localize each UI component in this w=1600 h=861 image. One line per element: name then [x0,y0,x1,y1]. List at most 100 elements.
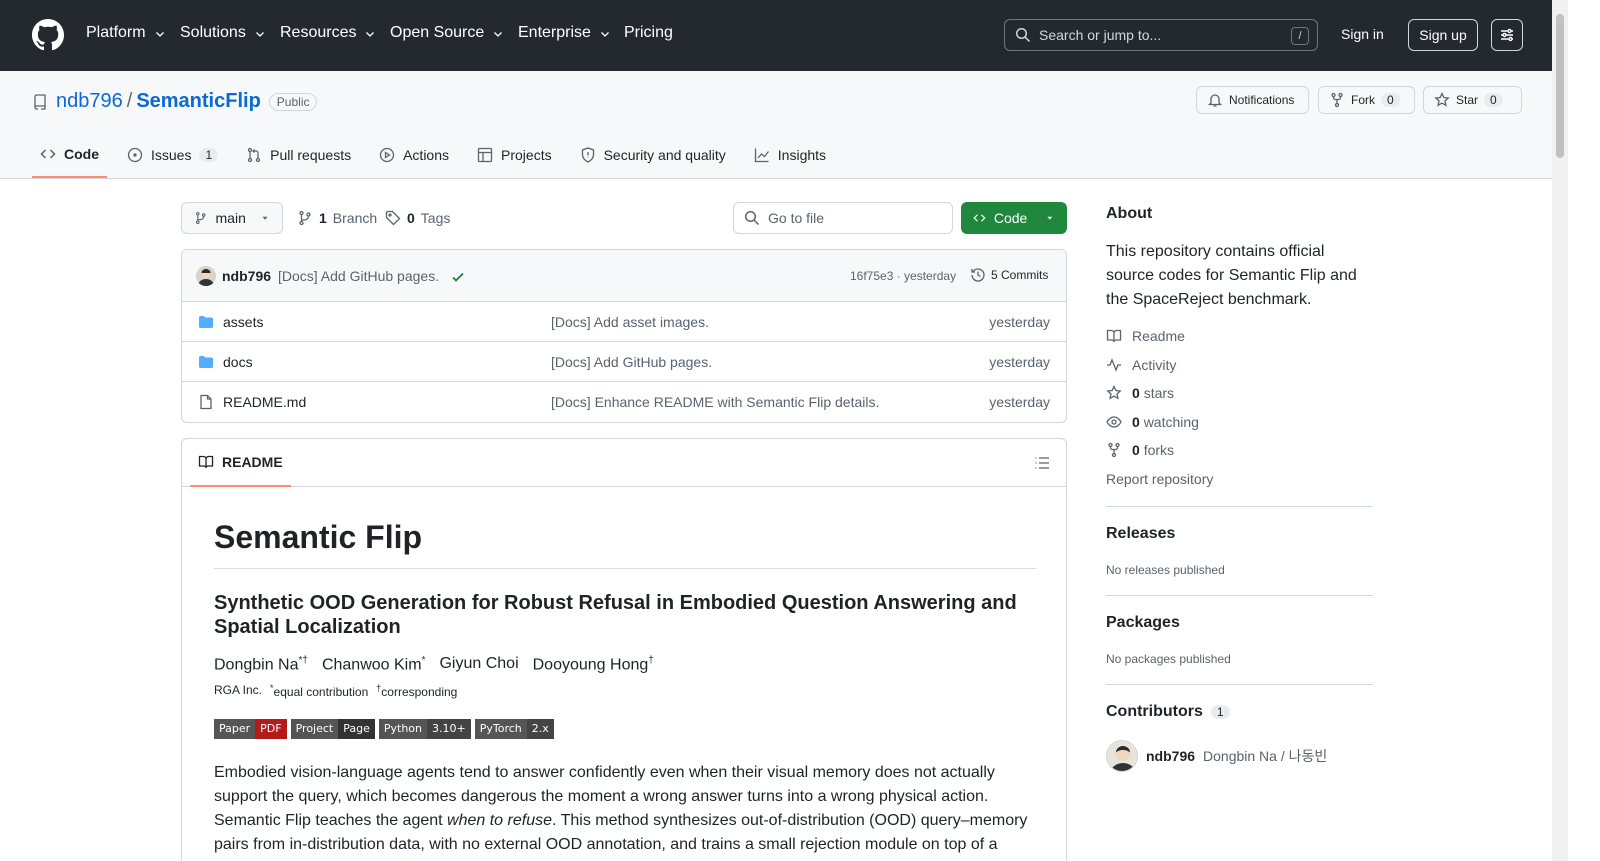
tab-issues[interactable]: Issues 1 [119,140,226,170]
code-dropdown-button[interactable]: Code [961,202,1067,234]
eye-icon [1106,416,1122,428]
tab-actions[interactable]: Actions [371,140,457,170]
check-icon[interactable] [450,269,466,285]
appearance-settings-button[interactable] [1491,19,1523,51]
book-icon [1106,329,1122,343]
fork-icon [1331,92,1343,108]
file-name-link[interactable]: assets [223,314,263,330]
repo-name-link[interactable]: SemanticFlip [136,90,260,113]
packages-note: No packages published [1106,652,1231,666]
star-label: Star [1456,93,1479,107]
file-commit-message[interactable]: [Docs] Add GitHub pages. [551,354,712,370]
fork-button[interactable]: Fork 0 [1318,86,1415,114]
sign-in-link[interactable]: Sign in [1341,26,1384,42]
report-label: Report repository [1106,471,1214,487]
star-button[interactable]: Star 0 [1423,86,1522,114]
readme-link[interactable]: Readme [1106,328,1185,344]
chevron-down-icon [600,32,609,37]
sign-up-button[interactable]: Sign up [1408,19,1478,51]
file-name-link[interactable]: docs [223,354,253,370]
search-icon [744,210,760,226]
tab-label: Pull requests [270,147,352,163]
activity-link[interactable]: Activity [1106,357,1176,373]
pytorch-badge[interactable]: PyTorch 2.x [474,719,554,739]
avatar-icon [198,269,214,286]
nav-resources[interactable]: Resources [280,24,376,42]
notifications-button[interactable]: Notifications [1196,86,1309,114]
nav-enterprise[interactable]: Enterprise [518,24,611,42]
go-to-file-placeholder: Go to file [768,210,825,226]
go-to-file-input[interactable]: Go to file [733,202,953,234]
contributor-login[interactable]: ndb796 [1146,748,1195,764]
stars-label: stars [1143,385,1175,401]
branch-selector[interactable]: main [181,202,283,234]
code-icon [973,214,986,222]
file-commit-time: yesterday [989,314,1050,330]
global-header: Platform Solutions Resources Open Source… [0,0,1552,71]
readme-title: Semantic Flip [214,519,1036,569]
avatar[interactable] [1106,740,1138,772]
file-row[interactable]: assets [Docs] Add asset images. yesterda… [182,302,1066,342]
stars-link[interactable]: 0 stars [1106,385,1174,401]
project-page-badge[interactable]: Project Page [290,719,375,739]
tab-pull-requests[interactable]: Pull requests [238,140,359,170]
search-input[interactable]: Search or jump to... / [1004,19,1318,51]
page-scrollbar[interactable] [1552,0,1568,861]
badge-right: PDF [255,719,287,739]
paper-badge[interactable]: Paper PDF [214,719,287,739]
github-logo-icon[interactable] [32,19,64,51]
commit-message-link[interactable]: [Docs] Add GitHub pages. [278,268,439,284]
file-commit-message[interactable]: [Docs] Add asset images. [551,314,709,330]
readme-header: README [182,439,1066,487]
nav-solutions[interactable]: Solutions [180,24,266,42]
watchers-link[interactable]: 0 watching [1106,414,1199,430]
commits-history-link[interactable]: 5 Commits [970,267,1048,283]
python-badge[interactable]: Python 3.10+ [378,719,471,739]
list-icon[interactable] [1034,455,1050,471]
releases-heading[interactable]: Releases [1106,525,1175,543]
caret-down-icon [1047,216,1053,220]
badge-right: 3.10+ [427,719,471,739]
tags-link[interactable]: 0 Tags [385,210,450,226]
stars-count: 0 [1132,385,1140,401]
contributor-item[interactable]: ndb796 Dongbin Na / 나동빈 [1106,740,1327,772]
branch-count: 1 [319,210,327,226]
affiliation-line: RGA Inc. *equal contribution †correspond… [214,683,457,699]
tab-projects[interactable]: Projects [469,140,560,170]
tab-security[interactable]: Security and quality [572,140,734,170]
readme-tab[interactable]: README [190,439,291,487]
sidebar-divider [1106,684,1373,685]
file-name-link[interactable]: README.md [223,394,306,410]
equal-contribution-note: *equal contribution [270,683,368,699]
nav-open-source[interactable]: Open Source [390,24,504,42]
commits-count: 5 Commits [991,268,1049,282]
packages-heading[interactable]: Packages [1106,614,1180,632]
commit-author-link[interactable]: ndb796 [222,268,271,284]
tab-code[interactable]: Code [32,140,107,178]
scrollbar-thumb[interactable] [1556,14,1564,158]
about-heading: About [1106,205,1153,222]
tab-insights[interactable]: Insights [746,140,834,170]
nav-pricing[interactable]: Pricing [624,24,673,42]
commit-hash-time[interactable]: 16f75e3 · yesterday [850,269,956,283]
releases-note: No releases published [1106,563,1225,577]
repo-owner-link[interactable]: ndb796 [56,90,123,113]
avatar-icon [1110,746,1136,771]
tab-label: Issues [151,147,192,163]
readme-tab-label: README [222,454,283,470]
about-description: This repository contains official source… [1106,243,1357,308]
latest-commit-bar: ndb796 [Docs] Add GitHub pages. 16f75e3 … [182,250,1066,302]
visibility-badge: Public [268,92,318,111]
contributors-heading[interactable]: Contributors 1 [1106,703,1230,721]
avatar[interactable] [196,266,216,286]
activity-label: Activity [1132,357,1177,373]
releases-title: Releases [1106,525,1176,542]
report-repository-link[interactable]: Report repository [1106,471,1213,487]
nav-platform[interactable]: Platform [86,24,166,42]
file-list: ndb796 [Docs] Add GitHub pages. 16f75e3 … [181,249,1067,423]
file-row[interactable]: README.md [Docs] Enhance README with Sem… [182,382,1066,422]
file-row[interactable]: docs [Docs] Add GitHub pages. yesterday [182,342,1066,382]
file-commit-message[interactable]: [Docs] Enhance README with Semantic Flip… [551,394,879,410]
branches-link[interactable]: 1 Branch [297,210,377,226]
forks-link[interactable]: 0 forks [1106,442,1174,458]
